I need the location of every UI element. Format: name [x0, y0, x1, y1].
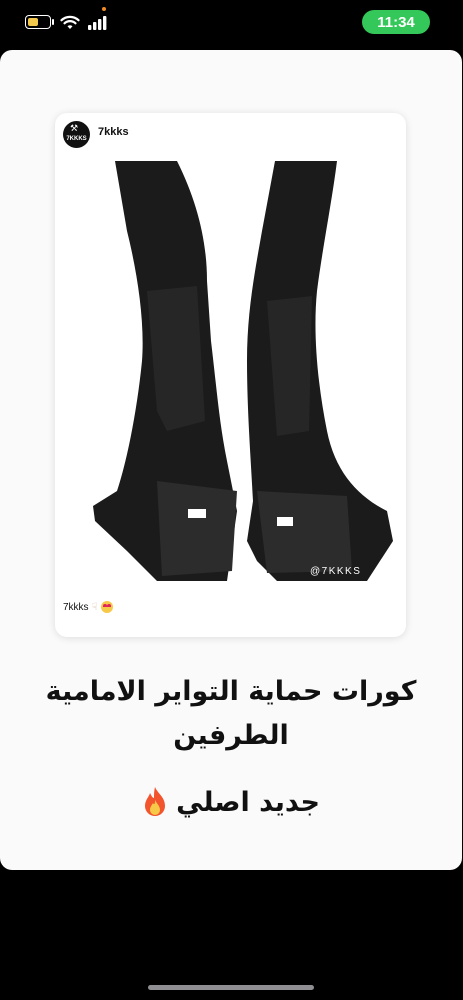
product-image-wheel-liners — [93, 161, 393, 581]
wifi-icon — [60, 15, 80, 29]
fire-emoji-icon — [145, 787, 166, 816]
story-subtitle-text: جديد اصلي — [176, 786, 320, 818]
watermark: @7KKKS — [310, 566, 362, 577]
story-title-line1: كورات حماية التواير الامامية — [45, 676, 417, 707]
heart-eyes-emoji-icon — [100, 601, 113, 613]
story-subtitle: جديد اصلي — [0, 786, 462, 818]
avatar-logo-text: 7KKKS — [66, 136, 87, 142]
time-pill[interactable]: 11:34 — [362, 10, 430, 34]
caption-text: 7kkks — [63, 601, 89, 613]
battery-tip — [52, 19, 54, 25]
tools-icon: ⚒ — [70, 124, 79, 134]
signal-icon — [88, 16, 107, 30]
story-title: كورات حماية التواير الامامية الطرفين — [0, 670, 462, 758]
story-card[interactable]: ⚒ 7KKKS 7kkks @7KKKS 7kkks ☟ كورات حماية… — [0, 50, 462, 870]
home-indicator[interactable] — [148, 985, 314, 990]
privacy-indicator-dot — [102, 7, 106, 11]
story-title-line2: الطرفين — [173, 720, 289, 751]
battery-level — [28, 18, 38, 26]
post-username[interactable]: 7kkks — [98, 126, 129, 138]
shared-post-card[interactable]: ⚒ 7KKKS 7kkks @7KKKS 7kkks ☟ — [55, 113, 406, 637]
avatar[interactable]: ⚒ 7KKKS — [63, 121, 90, 148]
status-bar: 11:34 — [0, 0, 463, 44]
post-caption: 7kkks ☟ — [63, 601, 113, 613]
battery-icon — [25, 15, 51, 29]
pointing-down-emoji-icon: ☟ — [91, 601, 98, 613]
